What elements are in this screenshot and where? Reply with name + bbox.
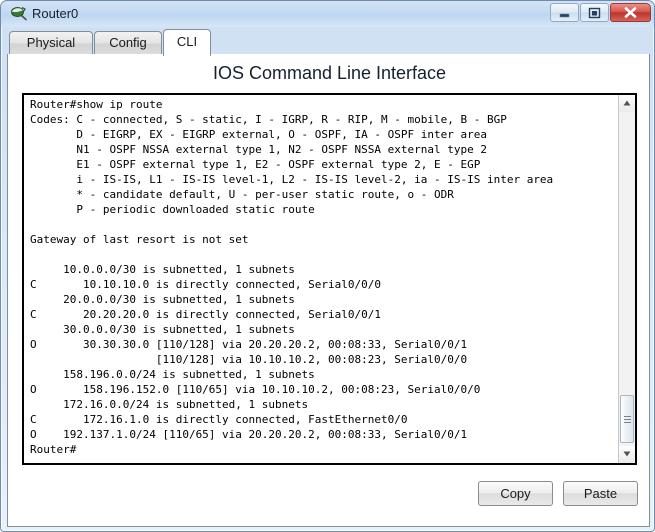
minimize-icon <box>559 13 570 18</box>
terminal-scrollbar[interactable] <box>618 95 635 463</box>
copy-button[interactable]: Copy <box>478 481 553 506</box>
scroll-down-button[interactable] <box>619 446 635 463</box>
router-cli-window: Router0 Physical Config CLI IOS Command … <box>0 0 655 532</box>
maximize-button[interactable] <box>580 3 609 22</box>
scroll-up-button[interactable] <box>619 95 635 112</box>
scrollbar-thumb[interactable] <box>620 395 634 443</box>
paste-button[interactable]: Paste <box>563 481 638 506</box>
maximize-icon <box>588 7 601 19</box>
router-icon <box>10 5 28 23</box>
page-title: IOS Command Line Interface <box>212 63 447 83</box>
window-titlebar[interactable]: Router0 <box>1 1 654 27</box>
terminal-area[interactable]: Router#show ip route Codes: C - connecte… <box>22 93 637 465</box>
tab-physical[interactable]: Physical <box>9 31 93 55</box>
cli-tab-panel: IOS Command Line Interface Router#show i… <box>7 54 650 527</box>
scroll-up-icon <box>623 100 631 106</box>
tab-bar: Physical Config CLI <box>7 29 650 56</box>
scroll-down-icon <box>623 451 631 457</box>
tab-config[interactable]: Config <box>94 31 162 55</box>
terminal-output: Router#show ip route Codes: C - connecte… <box>30 98 554 456</box>
close-button[interactable] <box>610 3 651 22</box>
close-icon <box>624 7 637 18</box>
window-title: Router0 <box>32 6 79 21</box>
tab-cli[interactable]: CLI <box>163 29 211 56</box>
minimize-button[interactable] <box>550 3 579 22</box>
scrollbar-grip-icon <box>624 416 631 423</box>
